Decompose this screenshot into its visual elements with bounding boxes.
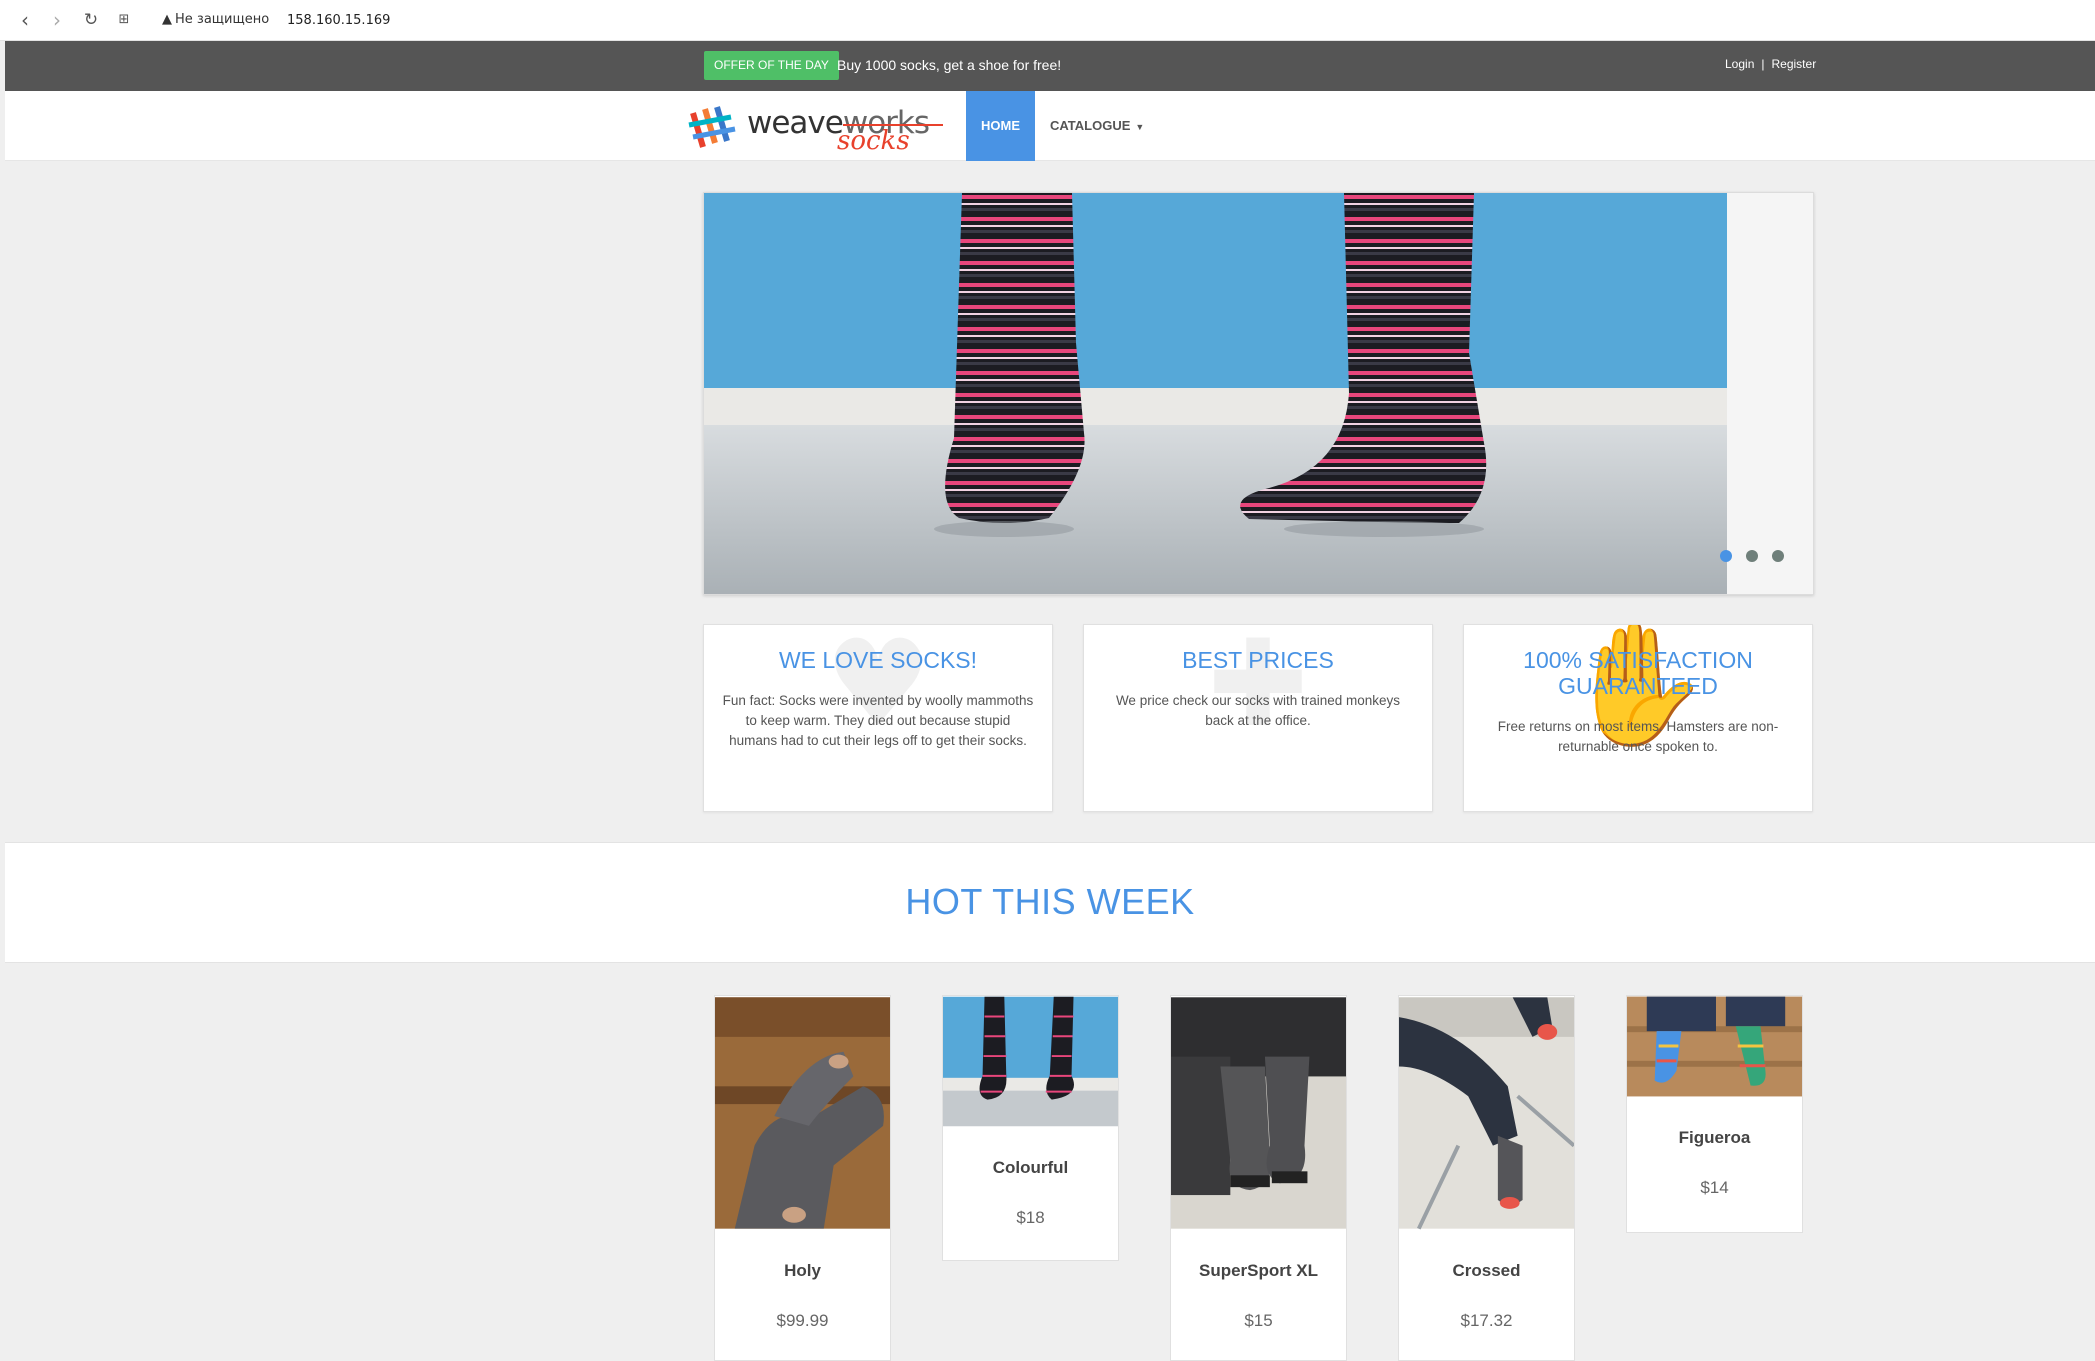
address-bar[interactable]: 158.160.15.169: [287, 13, 390, 28]
product-name[interactable]: SuperSport XL: [1171, 1261, 1346, 1281]
nav-catalogue[interactable]: CATALOGUE ▼: [1050, 91, 1144, 161]
feature-title: 100% SATISFACTION GUARANTEED: [1523, 647, 1753, 699]
security-warning[interactable]: ▲ Не защищено: [162, 12, 269, 27]
logo-socks: socks: [837, 126, 910, 156]
nav-home[interactable]: HOME: [966, 91, 1035, 161]
logo-weave: weave: [747, 105, 844, 141]
feature-box-prices: ✚ BEST PRICES We price check our socks w…: [1083, 624, 1433, 812]
product-price: $17.32: [1460, 1311, 1513, 1330]
product-card[interactable]: Colourful $18: [942, 995, 1119, 1261]
apps-grid-icon[interactable]: ⊞: [113, 9, 135, 31]
product-price: $15: [1244, 1311, 1273, 1330]
product-image: [1399, 997, 1574, 1230]
product-name[interactable]: Crossed: [1399, 1261, 1574, 1281]
main-navbar: weaveworks socks HOME CATALOGUE ▼: [5, 91, 2095, 161]
product-card[interactable]: SuperSport XL $15: [1170, 995, 1347, 1361]
product-card[interactable]: Figueroa $14: [1626, 995, 1803, 1233]
feature-box-satisfaction: ✋ 100% SATISFACTION GUARANTEED Free retu…: [1463, 624, 1813, 812]
weaveworks-socks-logo[interactable]: weaveworks socks: [687, 99, 932, 156]
carousel-dot-2[interactable]: [1746, 550, 1758, 562]
product-name[interactable]: Figueroa: [1627, 1128, 1802, 1148]
auth-links: Login | Register: [1725, 57, 1816, 71]
feature-text: We price check our socks with trained mo…: [1115, 693, 1401, 728]
product-image: [1171, 997, 1346, 1229]
warning-icon: ▲: [162, 12, 172, 27]
product-image: [715, 997, 890, 1229]
register-link[interactable]: Register: [1772, 57, 1817, 71]
hero-slide-image: [704, 193, 1727, 594]
hot-this-week-section: HOT THIS WEEK: [5, 842, 2095, 963]
carousel-dot-1[interactable]: [1720, 550, 1732, 562]
product-name[interactable]: Colourful: [943, 1158, 1118, 1178]
product-name[interactable]: Holy: [715, 1261, 890, 1281]
feature-text: Fun fact: Socks were invented by woolly …: [722, 693, 1034, 748]
offer-text: Buy 1000 socks, get a shoe for free!: [837, 57, 1062, 73]
feature-text: Free returns on most items. Hamsters are…: [1497, 719, 1779, 754]
security-warning-label: Не защищено: [175, 12, 270, 27]
product-image: [943, 996, 1118, 1127]
feature-title: BEST PRICES: [1182, 647, 1334, 673]
carousel-dot-3[interactable]: [1772, 550, 1784, 562]
product-image: [1627, 996, 1802, 1097]
carousel-indicators: [1720, 549, 1798, 567]
product-card[interactable]: Crossed $17.32: [1398, 995, 1575, 1361]
login-link[interactable]: Login: [1725, 57, 1754, 71]
product-card[interactable]: Holy $99.99: [714, 995, 891, 1361]
caret-down-icon: ▼: [1135, 122, 1145, 132]
product-price: $99.99: [776, 1311, 829, 1330]
back-icon[interactable]: ‹: [14, 9, 36, 31]
forward-icon[interactable]: ›: [46, 9, 68, 31]
product-price: $18: [1016, 1208, 1045, 1227]
section-title: HOT THIS WEEK: [905, 881, 1195, 922]
auth-separator: |: [1761, 57, 1765, 71]
feature-box-love: ♥ WE LOVE SOCKS! Fun fact: Socks were in…: [703, 624, 1053, 812]
reload-icon[interactable]: ↻: [80, 9, 102, 31]
product-price: $14: [1700, 1178, 1729, 1197]
logo-mark-icon: [688, 106, 736, 148]
nav-catalogue-label: CATALOGUE: [1050, 118, 1131, 133]
hero-carousel[interactable]: [703, 192, 1814, 595]
browser-toolbar: ‹ › ↻ ⊞ ▲ Не защищено 158.160.15.169: [0, 0, 2095, 41]
offer-badge: OFFER OF THE DAY: [704, 51, 839, 80]
feature-title: WE LOVE SOCKS!: [778, 647, 978, 673]
offer-bar: OFFER OF THE DAY Buy 1000 socks, get a s…: [5, 41, 2095, 91]
